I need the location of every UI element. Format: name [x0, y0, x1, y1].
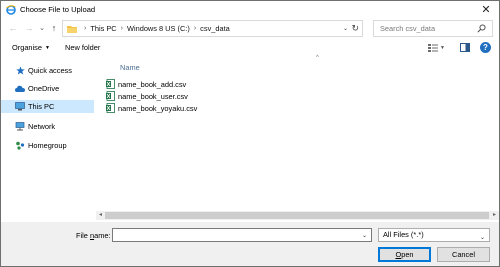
scroll-left-icon[interactable]: ◂	[96, 211, 105, 220]
new-folder-button[interactable]: New folder	[65, 42, 100, 54]
command-bar: Organise ▼ New folder ▼ ?	[1, 42, 499, 55]
nav-item-label: OneDrive	[28, 84, 60, 93]
view-dropdown-icon[interactable]: ▼	[440, 45, 445, 51]
window-title: Choose File to Upload	[20, 5, 96, 14]
search-input[interactable]: Search csv_data	[373, 20, 493, 37]
folder-icon	[67, 25, 77, 33]
search-icon	[477, 24, 486, 33]
chevron-down-icon: ▼	[45, 45, 50, 52]
organise-button[interactable]: Organise ▼	[12, 42, 50, 54]
file-name-label-suffix: ame:	[94, 231, 111, 240]
file-list-pane: ^ Name name_book_add.csv name_book_user.…	[96, 55, 499, 221]
address-row: ← → ⌄ ↑ › This PC › Windows 8 US (C:) › …	[1, 20, 499, 37]
network-icon	[15, 122, 25, 132]
up-arrow-icon[interactable]: ↑	[48, 22, 60, 35]
excel-csv-icon	[106, 103, 115, 113]
list-item[interactable]: name_book_yoyaku.csv	[106, 102, 197, 114]
cloud-icon	[15, 84, 25, 94]
breadcrumb-separator: ›	[193, 25, 197, 32]
breadcrumb-this-pc[interactable]: This PC	[90, 24, 116, 33]
chevron-down-icon: ⌄	[479, 235, 485, 241]
file-type-filter-value: All Files (*.*)	[383, 230, 424, 239]
nav-item-label: Network	[28, 122, 56, 131]
nav-item-label: Homegroup	[28, 141, 67, 150]
back-arrow-icon[interactable]: ←	[7, 22, 19, 35]
nav-item-network[interactable]: Network	[1, 120, 94, 133]
horizontal-scrollbar[interactable]: ◂ ▸	[96, 211, 499, 220]
title-bar: Choose File to Upload ✕	[1, 1, 499, 18]
internet-explorer-icon	[6, 4, 16, 15]
change-view-icon[interactable]	[428, 43, 438, 52]
forward-arrow-icon[interactable]: →	[23, 22, 35, 35]
column-header-name[interactable]: Name	[120, 63, 140, 72]
computer-icon	[15, 102, 25, 112]
file-name: name_book_user.csv	[118, 91, 188, 101]
address-bar[interactable]: › This PC › Windows 8 US (C:) › csv_data…	[62, 20, 363, 37]
file-name-label: File name:	[76, 231, 111, 240]
breadcrumb-separator: ›	[84, 25, 87, 32]
navigation-pane: Quick access OneDrive This PC Network Ho…	[1, 58, 94, 221]
list-item[interactable]: name_book_add.csv	[106, 78, 186, 90]
recent-locations-icon[interactable]: ⌄	[36, 22, 48, 35]
organise-label: Organise	[12, 43, 42, 52]
excel-csv-icon	[106, 79, 115, 89]
file-name-label-prefix: File	[76, 231, 90, 240]
star-icon	[15, 66, 25, 76]
address-dropdown-icon[interactable]: ⌄	[343, 25, 348, 32]
search-placeholder: Search csv_data	[380, 24, 436, 33]
nav-item-this-pc[interactable]: This PC	[1, 100, 94, 113]
close-icon[interactable]: ✕	[479, 3, 493, 16]
breadcrumb-csv-data[interactable]: csv_data	[200, 24, 230, 33]
file-type-filter[interactable]: All Files (*.*) ⌄	[378, 228, 490, 242]
excel-csv-icon	[106, 91, 115, 101]
open-button[interactable]: Open	[378, 247, 431, 262]
nav-item-homegroup[interactable]: Homegroup	[1, 139, 94, 152]
nav-item-quick-access[interactable]: Quick access	[1, 64, 94, 77]
scroll-right-icon[interactable]: ▸	[490, 211, 499, 220]
file-dialog-window: Choose File to Upload ✕ ← → ⌄ ↑ › This P…	[0, 0, 500, 267]
file-name: name_book_add.csv	[118, 79, 187, 89]
chevron-down-icon[interactable]: ⌄	[362, 232, 367, 239]
cancel-button[interactable]: Cancel	[437, 247, 490, 262]
help-icon[interactable]: ?	[480, 42, 491, 53]
nav-item-label: Quick access	[28, 66, 72, 75]
nav-item-onedrive[interactable]: OneDrive	[1, 82, 94, 95]
sort-ascending-icon: ^	[316, 55, 319, 61]
file-name: name_book_yoyaku.csv	[118, 103, 198, 113]
preview-pane-icon[interactable]	[460, 43, 470, 52]
refresh-icon[interactable]: ↻	[351, 23, 359, 34]
open-label-rest: pen	[401, 250, 414, 259]
homegroup-icon	[15, 141, 25, 151]
scrollbar-thumb[interactable]	[105, 212, 489, 219]
file-name-field[interactable]: ⌄	[112, 228, 372, 242]
nav-item-label: This PC	[28, 102, 55, 111]
breadcrumb-drive[interactable]: Windows 8 US (C:)	[127, 24, 190, 33]
list-item[interactable]: name_book_user.csv	[106, 90, 188, 102]
breadcrumb-separator: ›	[120, 25, 123, 32]
dialog-footer: File name: ⌄ All Files (*.*) ⌄ Open Canc…	[1, 222, 499, 266]
